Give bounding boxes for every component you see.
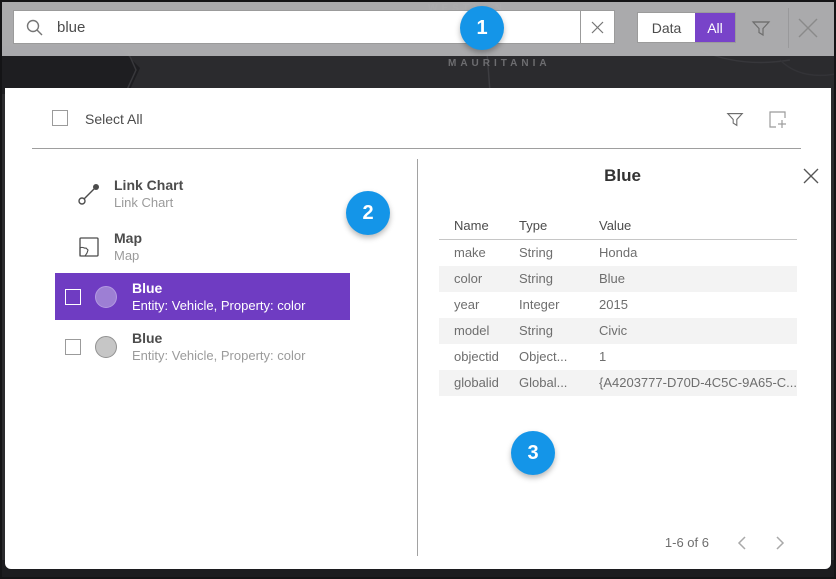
filter-funnel-icon xyxy=(750,17,772,39)
map-label-mauritania: MAURITANIA xyxy=(448,58,551,69)
details-header: Blue xyxy=(418,163,831,189)
filter-funnel-icon xyxy=(725,109,745,129)
table-row: make String Honda xyxy=(439,240,797,266)
result-title: Map xyxy=(114,230,142,247)
next-page-button[interactable] xyxy=(775,536,785,550)
search-bar: Data All xyxy=(0,0,836,56)
cell-name: make xyxy=(454,240,519,266)
result-subtitle: Link Chart xyxy=(114,194,183,211)
entity-circle-icon xyxy=(95,336,117,358)
results-panel-body: Link Chart Link Chart Map Map xyxy=(5,149,831,568)
map-icon xyxy=(77,235,101,259)
panel-column-divider xyxy=(417,159,418,556)
table-body: make String Honda color String Blue year… xyxy=(439,240,797,396)
result-checkbox[interactable] xyxy=(65,289,81,305)
result-item-link-chart[interactable]: Link Chart Link Chart xyxy=(77,172,183,216)
result-subtitle: Entity: Vehicle, Property: color xyxy=(132,347,305,364)
chevron-left-icon xyxy=(737,536,747,550)
cell-value: Blue xyxy=(599,266,797,292)
result-checkbox[interactable] xyxy=(65,339,81,355)
result-item-blue[interactable]: Blue Entity: Vehicle, Property: color xyxy=(55,325,350,369)
scope-all-button[interactable]: All xyxy=(695,13,735,42)
annotation-badge-3: 3 xyxy=(511,431,555,475)
cell-value: 1 xyxy=(599,344,797,370)
cell-type: Object... xyxy=(519,344,599,370)
close-x-icon xyxy=(802,167,820,185)
table-row: globalid Global... {A4203777-D70D-4C5C-9… xyxy=(439,370,797,396)
cell-value: Civic xyxy=(599,318,797,344)
chevron-right-icon xyxy=(775,536,785,550)
annotation-badge-1: 1 xyxy=(460,6,504,50)
cell-type: String xyxy=(519,240,599,266)
table-row: objectid Object... 1 xyxy=(439,344,797,370)
cell-name: model xyxy=(454,318,519,344)
entity-circle-icon xyxy=(95,286,117,308)
app-screen: WESTERN MAURITANIA Data All xyxy=(0,0,836,579)
cell-name: year xyxy=(454,292,519,318)
pagination: 1-6 of 6 xyxy=(665,535,785,550)
cell-name: objectid xyxy=(454,344,519,370)
result-title: Link Chart xyxy=(114,177,183,194)
cell-type: Integer xyxy=(519,292,599,318)
scope-toggle: Data All xyxy=(637,12,736,43)
result-title: Blue xyxy=(132,280,305,297)
results-panel: Select All xyxy=(5,88,831,569)
close-details-button[interactable] xyxy=(791,167,831,185)
prev-page-button[interactable] xyxy=(737,536,747,550)
result-subtitle: Map xyxy=(114,247,142,264)
search-icon xyxy=(26,19,43,36)
clear-x-icon xyxy=(591,21,604,34)
link-chart-icon xyxy=(77,182,101,206)
attributes-table: Name Type Value make String Honda color … xyxy=(439,213,797,396)
table-row: color String Blue xyxy=(439,266,797,292)
cell-type: Global... xyxy=(519,370,599,396)
result-item-map[interactable]: Map Map xyxy=(77,225,142,269)
cell-name: globalid xyxy=(454,370,519,396)
cell-type: String xyxy=(519,266,599,292)
cell-value: {A4203777-D70D-4C5C-9A65-C... xyxy=(599,370,797,396)
add-selection-icon xyxy=(767,109,789,131)
cell-type: String xyxy=(519,318,599,344)
column-header-value: Value xyxy=(599,213,797,239)
annotation-badge-2: 2 xyxy=(346,191,390,235)
table-row: model String Civic xyxy=(439,318,797,344)
result-title: Blue xyxy=(132,330,305,347)
table-header-row: Name Type Value xyxy=(439,213,797,240)
details-title: Blue xyxy=(418,166,791,186)
topbar-divider xyxy=(788,8,789,48)
select-all-label: Select All xyxy=(85,111,143,127)
cell-name: color xyxy=(454,266,519,292)
cell-value: Honda xyxy=(599,240,797,266)
cell-value: 2015 xyxy=(599,292,797,318)
close-x-icon xyxy=(795,15,821,41)
filter-results-button[interactable] xyxy=(725,109,745,129)
page-range-label: 1-6 of 6 xyxy=(665,535,709,550)
result-subtitle: Entity: Vehicle, Property: color xyxy=(132,297,305,314)
select-all-checkbox[interactable] xyxy=(52,110,68,126)
column-header-name: Name xyxy=(454,213,519,239)
result-item-blue-selected[interactable]: Blue Entity: Vehicle, Property: color xyxy=(55,273,350,320)
table-row: year Integer 2015 xyxy=(439,292,797,318)
close-search-button[interactable] xyxy=(795,15,821,41)
results-panel-header: Select All xyxy=(5,88,831,149)
clear-search-button[interactable] xyxy=(580,10,615,44)
add-selection-button[interactable] xyxy=(767,109,789,131)
scope-data-button[interactable]: Data xyxy=(638,13,695,42)
search-filter-button[interactable] xyxy=(750,17,772,39)
column-header-type: Type xyxy=(519,213,599,239)
